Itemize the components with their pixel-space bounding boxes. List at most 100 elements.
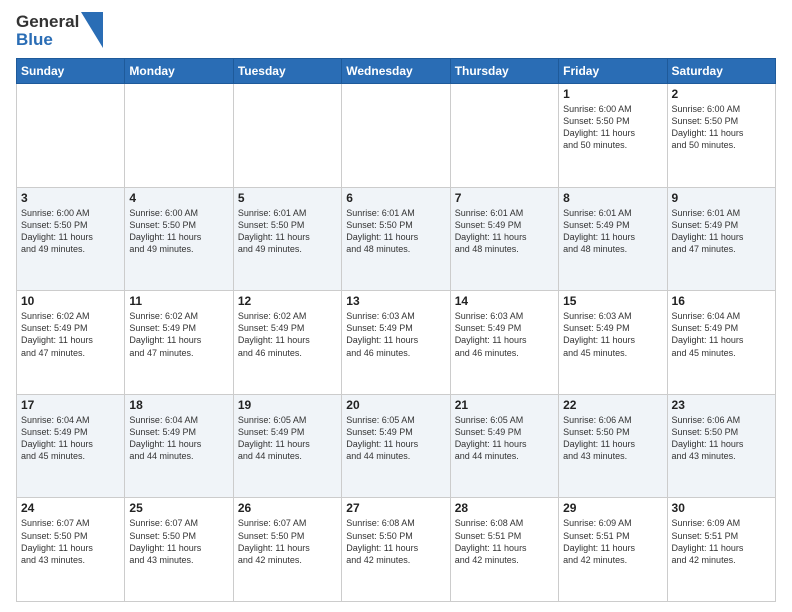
day-number: 8 xyxy=(563,191,662,205)
calendar-cell: 23 Sunrise: 6:06 AM Sunset: 5:50 PM Dayli… xyxy=(667,394,775,498)
day-info: Sunrise: 6:07 AM Sunset: 5:50 PM Dayligh… xyxy=(129,517,228,566)
day-info: Sunrise: 6:09 AM Sunset: 5:51 PM Dayligh… xyxy=(563,517,662,566)
day-number: 15 xyxy=(563,294,662,308)
day-info: Sunrise: 6:04 AM Sunset: 5:49 PM Dayligh… xyxy=(21,414,120,463)
logo-container: General Blue xyxy=(16,12,103,50)
day-number: 9 xyxy=(672,191,771,205)
calendar-cell: 29 Sunrise: 6:09 AM Sunset: 5:51 PM Dayli… xyxy=(559,498,667,602)
calendar-cell: 17 Sunrise: 6:04 AM Sunset: 5:49 PM Dayli… xyxy=(17,394,125,498)
day-number: 20 xyxy=(346,398,445,412)
logo-blue: Blue xyxy=(16,31,79,50)
calendar-cell: 28Sunrise: 6:08 AM Sunset: 5:51 PM Dayli… xyxy=(450,498,558,602)
calendar-cell: 3 Sunrise: 6:00 AM Sunset: 5:50 PM Daylig… xyxy=(17,187,125,291)
weekday-header-friday: Friday xyxy=(559,59,667,84)
day-info: Sunrise: 6:06 AM Sunset: 5:50 PM Dayligh… xyxy=(563,414,662,463)
calendar-cell xyxy=(17,84,125,188)
day-number: 22 xyxy=(563,398,662,412)
day-number: 7 xyxy=(455,191,554,205)
calendar-cell: 26Sunrise: 6:07 AM Sunset: 5:50 PM Dayli… xyxy=(233,498,341,602)
calendar-cell: 4Sunrise: 6:00 AM Sunset: 5:50 PM Daylig… xyxy=(125,187,233,291)
day-number: 18 xyxy=(129,398,228,412)
day-number: 12 xyxy=(238,294,337,308)
day-number: 23 xyxy=(672,398,771,412)
day-number: 26 xyxy=(238,501,337,515)
day-number: 13 xyxy=(346,294,445,308)
day-number: 6 xyxy=(346,191,445,205)
day-number: 1 xyxy=(563,87,662,101)
calendar-cell xyxy=(450,84,558,188)
calendar-cell: 22 Sunrise: 6:06 AM Sunset: 5:50 PM Dayli… xyxy=(559,394,667,498)
day-number: 29 xyxy=(563,501,662,515)
day-info: Sunrise: 6:01 AM Sunset: 5:49 PM Dayligh… xyxy=(563,207,662,256)
calendar-cell: 19 Sunrise: 6:05 AM Sunset: 5:49 PM Dayli… xyxy=(233,394,341,498)
day-number: 11 xyxy=(129,294,228,308)
calendar-table: SundayMondayTuesdayWednesdayThursdayFrid… xyxy=(16,58,776,602)
calendar-cell: 27 Sunrise: 6:08 AM Sunset: 5:50 PM Dayli… xyxy=(342,498,450,602)
day-info: Sunrise: 6:02 AM Sunset: 5:49 PM Dayligh… xyxy=(129,310,228,359)
logo-chevron-icon xyxy=(81,12,103,48)
day-info: Sunrise: 6:04 AM Sunset: 5:49 PM Dayligh… xyxy=(129,414,228,463)
calendar-week-2: 3 Sunrise: 6:00 AM Sunset: 5:50 PM Daylig… xyxy=(17,187,776,291)
calendar-cell: 16 Sunrise: 6:04 AM Sunset: 5:49 PM Dayli… xyxy=(667,291,775,395)
day-info: Sunrise: 6:03 AM Sunset: 5:49 PM Dayligh… xyxy=(563,310,662,359)
calendar-cell: 20Sunrise: 6:05 AM Sunset: 5:49 PM Dayli… xyxy=(342,394,450,498)
calendar-cell: 6Sunrise: 6:01 AM Sunset: 5:50 PM Daylig… xyxy=(342,187,450,291)
day-info: Sunrise: 6:09 AM Sunset: 5:51 PM Dayligh… xyxy=(672,517,771,566)
weekday-header-monday: Monday xyxy=(125,59,233,84)
calendar-week-5: 24 Sunrise: 6:07 AM Sunset: 5:50 PM Dayli… xyxy=(17,498,776,602)
day-number: 21 xyxy=(455,398,554,412)
calendar-cell: 15 Sunrise: 6:03 AM Sunset: 5:49 PM Dayli… xyxy=(559,291,667,395)
calendar-cell: 30Sunrise: 6:09 AM Sunset: 5:51 PM Dayli… xyxy=(667,498,775,602)
calendar-cell xyxy=(233,84,341,188)
calendar-week-1: 1 Sunrise: 6:00 AM Sunset: 5:50 PM Daylig… xyxy=(17,84,776,188)
logo-general: General xyxy=(16,13,79,32)
day-number: 17 xyxy=(21,398,120,412)
page: General Blue SundayMondayTuesdayWednesda… xyxy=(0,0,792,612)
day-info: Sunrise: 6:01 AM Sunset: 5:49 PM Dayligh… xyxy=(455,207,554,256)
day-info: Sunrise: 6:08 AM Sunset: 5:50 PM Dayligh… xyxy=(346,517,445,566)
calendar-cell xyxy=(125,84,233,188)
day-number: 27 xyxy=(346,501,445,515)
calendar-cell: 25 Sunrise: 6:07 AM Sunset: 5:50 PM Dayli… xyxy=(125,498,233,602)
calendar-week-4: 17 Sunrise: 6:04 AM Sunset: 5:49 PM Dayli… xyxy=(17,394,776,498)
day-info: Sunrise: 6:06 AM Sunset: 5:50 PM Dayligh… xyxy=(672,414,771,463)
day-info: Sunrise: 6:01 AM Sunset: 5:49 PM Dayligh… xyxy=(672,207,771,256)
day-number: 3 xyxy=(21,191,120,205)
day-number: 25 xyxy=(129,501,228,515)
day-info: Sunrise: 6:04 AM Sunset: 5:49 PM Dayligh… xyxy=(672,310,771,359)
day-info: Sunrise: 6:05 AM Sunset: 5:49 PM Dayligh… xyxy=(455,414,554,463)
weekday-header-row: SundayMondayTuesdayWednesdayThursdayFrid… xyxy=(17,59,776,84)
day-info: Sunrise: 6:00 AM Sunset: 5:50 PM Dayligh… xyxy=(563,103,662,152)
calendar-cell xyxy=(342,84,450,188)
day-info: Sunrise: 6:02 AM Sunset: 5:49 PM Dayligh… xyxy=(238,310,337,359)
calendar-cell: 12 Sunrise: 6:02 AM Sunset: 5:49 PM Dayli… xyxy=(233,291,341,395)
day-number: 16 xyxy=(672,294,771,308)
day-number: 5 xyxy=(238,191,337,205)
weekday-header-saturday: Saturday xyxy=(667,59,775,84)
calendar-cell: 24Sunrise: 6:07 AM Sunset: 5:50 PM Dayli… xyxy=(17,498,125,602)
day-info: Sunrise: 6:02 AM Sunset: 5:49 PM Dayligh… xyxy=(21,310,120,359)
day-number: 10 xyxy=(21,294,120,308)
calendar-cell: 21 Sunrise: 6:05 AM Sunset: 5:49 PM Dayli… xyxy=(450,394,558,498)
calendar-week-3: 10 Sunrise: 6:02 AM Sunset: 5:49 PM Dayli… xyxy=(17,291,776,395)
calendar-cell: 2 Sunrise: 6:00 AM Sunset: 5:50 PM Daylig… xyxy=(667,84,775,188)
day-number: 24 xyxy=(21,501,120,515)
day-number: 14 xyxy=(455,294,554,308)
day-info: Sunrise: 6:05 AM Sunset: 5:49 PM Dayligh… xyxy=(238,414,337,463)
day-info: Sunrise: 6:03 AM Sunset: 5:49 PM Dayligh… xyxy=(346,310,445,359)
calendar-cell: 1 Sunrise: 6:00 AM Sunset: 5:50 PM Daylig… xyxy=(559,84,667,188)
day-info: Sunrise: 6:00 AM Sunset: 5:50 PM Dayligh… xyxy=(672,103,771,152)
day-info: Sunrise: 6:00 AM Sunset: 5:50 PM Dayligh… xyxy=(129,207,228,256)
calendar-cell: 5 Sunrise: 6:01 AM Sunset: 5:50 PM Daylig… xyxy=(233,187,341,291)
day-info: Sunrise: 6:00 AM Sunset: 5:50 PM Dayligh… xyxy=(21,207,120,256)
day-info: Sunrise: 6:01 AM Sunset: 5:50 PM Dayligh… xyxy=(238,207,337,256)
day-number: 2 xyxy=(672,87,771,101)
weekday-header-tuesday: Tuesday xyxy=(233,59,341,84)
calendar-cell: 8 Sunrise: 6:01 AM Sunset: 5:49 PM Daylig… xyxy=(559,187,667,291)
calendar-cell: 7 Sunrise: 6:01 AM Sunset: 5:49 PM Daylig… xyxy=(450,187,558,291)
calendar-cell: 18 Sunrise: 6:04 AM Sunset: 5:49 PM Dayli… xyxy=(125,394,233,498)
calendar-cell: 9 Sunrise: 6:01 AM Sunset: 5:49 PM Daylig… xyxy=(667,187,775,291)
day-number: 19 xyxy=(238,398,337,412)
calendar-cell: 14 Sunrise: 6:03 AM Sunset: 5:49 PM Dayli… xyxy=(450,291,558,395)
day-info: Sunrise: 6:03 AM Sunset: 5:49 PM Dayligh… xyxy=(455,310,554,359)
